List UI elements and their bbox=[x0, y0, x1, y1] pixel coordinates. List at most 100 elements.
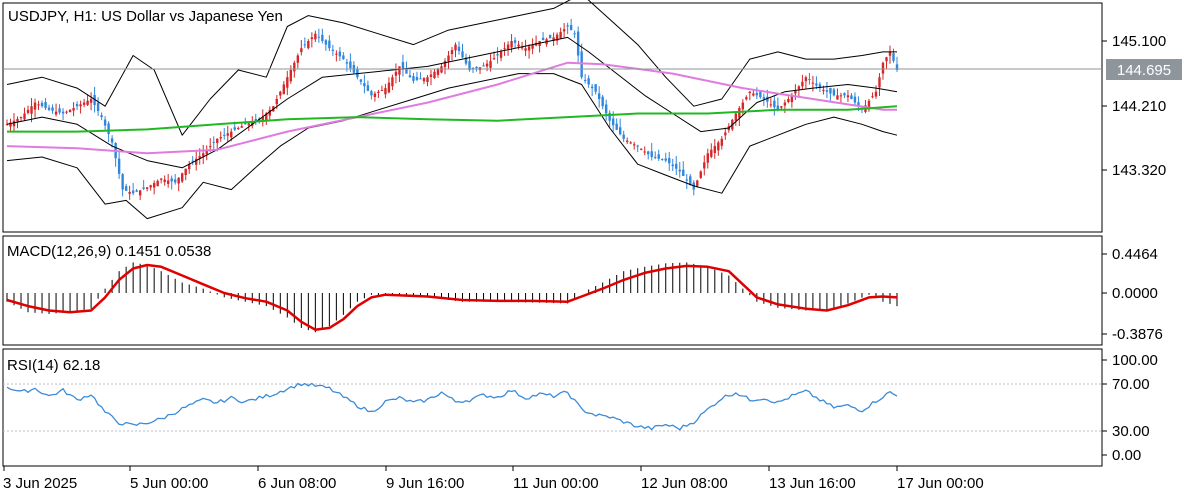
trading-chart[interactable]: 145.100 144.210 143.320 144.695 USDJPY, H1… bbox=[0, 0, 1200, 500]
candle-body bbox=[75, 104, 79, 107]
candle-body bbox=[436, 69, 440, 75]
candle-body bbox=[541, 37, 545, 41]
candle-body bbox=[128, 191, 131, 194]
candle-body bbox=[675, 163, 678, 169]
candle-body bbox=[387, 82, 391, 93]
candle-body bbox=[636, 145, 639, 147]
candle-body bbox=[159, 178, 163, 180]
candle-body bbox=[412, 76, 415, 81]
candle-body bbox=[706, 153, 709, 163]
candle-body bbox=[815, 83, 818, 86]
candle-body bbox=[279, 91, 282, 96]
candle-body bbox=[457, 46, 461, 51]
candle-body bbox=[783, 102, 787, 106]
candle-body bbox=[142, 187, 145, 189]
candle-body bbox=[699, 171, 702, 178]
candle-body bbox=[885, 57, 888, 62]
candle-body bbox=[100, 115, 103, 118]
candle-body bbox=[496, 54, 499, 56]
candle-body bbox=[370, 91, 373, 96]
candle-body bbox=[566, 25, 569, 27]
candle-body bbox=[138, 190, 142, 196]
candle-body bbox=[836, 95, 839, 100]
candle-body bbox=[461, 51, 464, 58]
candle-body bbox=[86, 100, 89, 105]
candle-body bbox=[363, 83, 366, 87]
candle-body bbox=[405, 69, 408, 74]
candle-body bbox=[583, 80, 587, 82]
candle-body bbox=[657, 154, 660, 159]
rsi-tick-label: 30.00 bbox=[1112, 423, 1150, 440]
candle-body bbox=[117, 158, 121, 174]
candle-body bbox=[825, 90, 829, 92]
candle-body bbox=[510, 41, 513, 48]
rsi-tick-label: 0.00 bbox=[1112, 447, 1141, 464]
candle-body bbox=[223, 134, 226, 136]
candle-body bbox=[759, 91, 762, 98]
candle-body bbox=[110, 138, 114, 143]
candle-body bbox=[373, 93, 377, 98]
candle-body bbox=[422, 78, 426, 82]
candle-body bbox=[625, 140, 629, 142]
candle-body bbox=[562, 29, 566, 32]
candle-body bbox=[724, 132, 727, 136]
candle-body bbox=[96, 102, 100, 112]
candle-body bbox=[68, 109, 72, 113]
candle-body bbox=[310, 37, 314, 40]
macd-tick-label: -0.3876 bbox=[1112, 326, 1163, 343]
candle-body bbox=[713, 146, 716, 153]
candle-body bbox=[240, 126, 243, 128]
candle-body bbox=[247, 123, 250, 126]
candle-body bbox=[338, 51, 342, 57]
candle-body bbox=[794, 90, 797, 94]
candle-body bbox=[219, 137, 222, 139]
candle-body bbox=[65, 111, 68, 113]
candle-body bbox=[881, 62, 885, 74]
candle-body bbox=[499, 51, 503, 58]
candle-body bbox=[755, 92, 759, 96]
candle-body bbox=[275, 98, 279, 105]
candle-body bbox=[629, 142, 632, 144]
candle-body bbox=[384, 88, 387, 95]
candle-body bbox=[682, 169, 685, 176]
candle-body bbox=[594, 84, 597, 92]
candle-body bbox=[349, 61, 352, 69]
candle-body bbox=[597, 93, 601, 99]
candle-body bbox=[640, 148, 643, 150]
candle-body bbox=[286, 77, 289, 88]
time-tick-label: 6 Jun 08:00 bbox=[258, 475, 336, 492]
candle-body bbox=[408, 75, 412, 78]
price-tick-label: 143.320 bbox=[1112, 162, 1166, 179]
candle-body bbox=[331, 49, 335, 51]
candle-body bbox=[720, 138, 724, 146]
candle-body bbox=[61, 111, 65, 114]
candle-body bbox=[475, 66, 478, 69]
candle-body bbox=[394, 71, 398, 76]
candle-body bbox=[569, 25, 573, 31]
candle-body bbox=[741, 102, 745, 110]
candle-body bbox=[72, 108, 75, 111]
macd-tick-label: 0.0000 bbox=[1112, 285, 1158, 302]
candle-body bbox=[482, 65, 485, 67]
candle-body bbox=[359, 79, 363, 82]
candle-body bbox=[380, 89, 384, 91]
candle-body bbox=[489, 60, 492, 68]
candle-body bbox=[506, 44, 510, 49]
candle-body bbox=[850, 95, 853, 99]
candle-body bbox=[622, 134, 625, 139]
time-tick-label: 12 Jun 08:00 bbox=[641, 475, 728, 492]
candle-body bbox=[752, 93, 755, 96]
candle-body bbox=[415, 76, 419, 80]
candle-body bbox=[573, 33, 576, 35]
candle-body bbox=[647, 151, 650, 155]
candle-body bbox=[37, 104, 40, 106]
candle-body bbox=[170, 178, 173, 182]
candle-body bbox=[26, 109, 30, 113]
candle-body bbox=[685, 179, 688, 181]
candle-body bbox=[769, 104, 773, 106]
chart-title: USDJPY, H1: US Dollar vs Japanese Yen bbox=[8, 8, 283, 25]
candle-body bbox=[804, 77, 808, 82]
candle-body bbox=[212, 141, 215, 143]
candle-body bbox=[233, 127, 236, 130]
candle-body bbox=[149, 185, 152, 188]
